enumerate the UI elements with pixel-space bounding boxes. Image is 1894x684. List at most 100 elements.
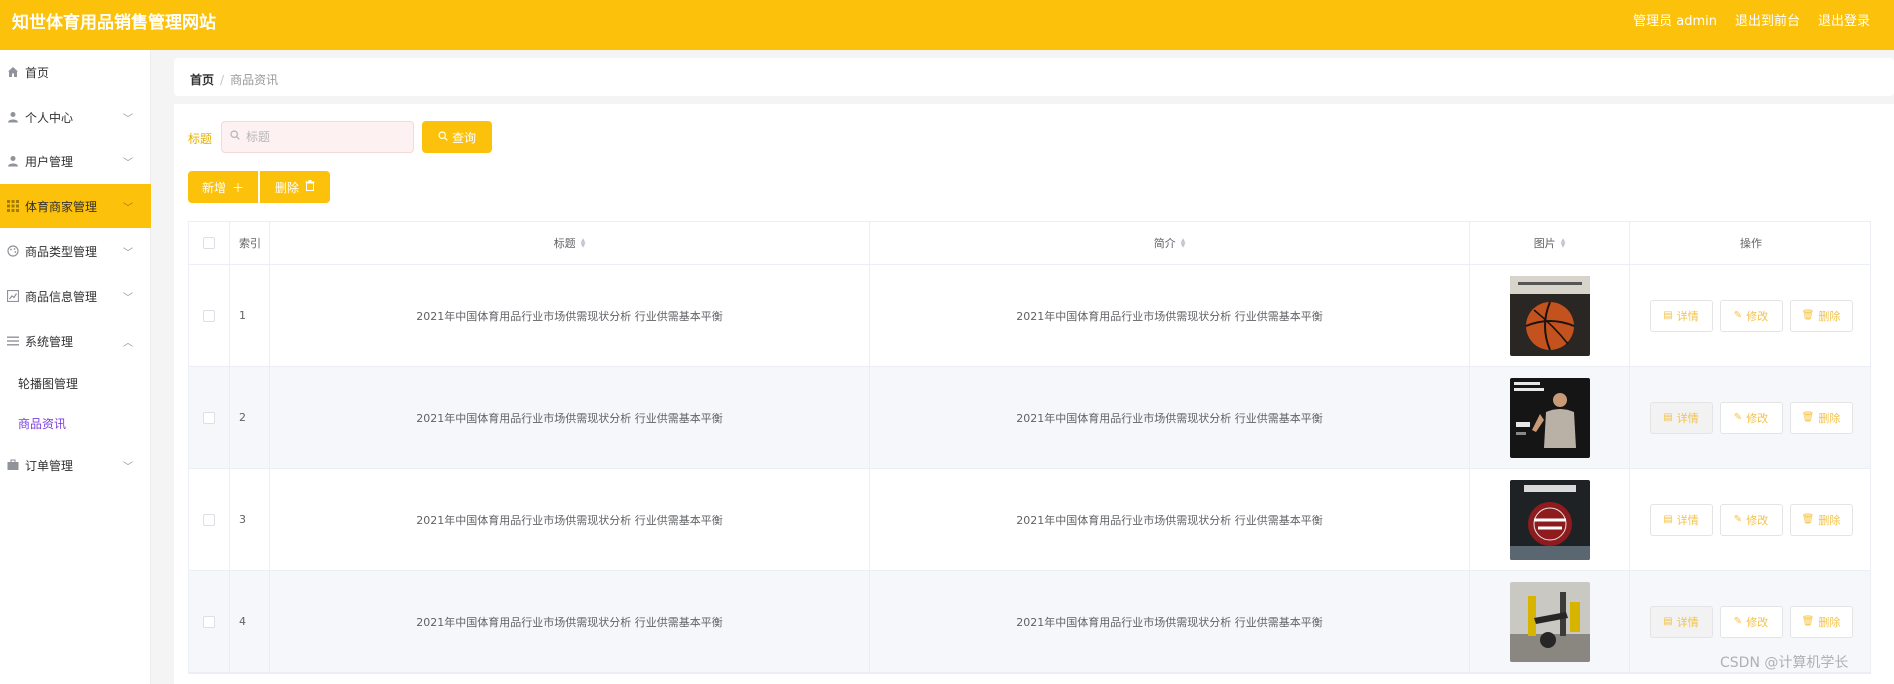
sidebar-subitem-label: 商品资讯	[18, 416, 67, 431]
sidebar-item-product-info[interactable]: 商品信息管理 ﹀	[0, 274, 151, 318]
breadcrumb: 首页 / 商品资讯	[190, 71, 278, 88]
breadcrumb-separator: /	[220, 73, 225, 87]
header-image-label: 图片	[1533, 237, 1556, 250]
watermark: CSDN @计算机学长	[1720, 655, 1849, 671]
detail-button[interactable]: ▤ 详情	[1649, 503, 1713, 536]
sidebar-item-label: 商品信息管理	[25, 289, 98, 304]
row-index: 1	[230, 265, 270, 366]
basketball-thumbnail[interactable]	[1509, 275, 1590, 356]
delete-label: 删除	[1818, 615, 1841, 629]
header-title-label: 标题	[553, 237, 576, 250]
sidebar-item-label: 首页	[25, 65, 50, 80]
breadcrumb-home[interactable]: 首页	[190, 73, 214, 87]
chart-icon	[6, 289, 20, 303]
search-box[interactable]	[221, 121, 414, 153]
sort-icon[interactable]: ▲ ▼	[1561, 238, 1566, 249]
sidebar-item-merchants[interactable]: 体育商家管理 ﹀	[0, 184, 151, 228]
row-checkbox[interactable]	[203, 615, 215, 628]
row-intro: 2021年中国体育用品行业市场供需现状分析 行业供需基本平衡	[870, 571, 1470, 672]
breadcrumb-bar: 首页 / 商品资讯	[174, 58, 1894, 96]
delete-button[interactable]: 🗑︎ 删除	[1789, 401, 1853, 434]
search-input[interactable]	[246, 128, 406, 146]
edit-button[interactable]: ✎ 修改	[1719, 299, 1783, 332]
sidebar-subitem-label: 轮播图管理	[18, 376, 79, 391]
home-icon	[6, 65, 20, 79]
edit-button[interactable]: ✎ 修改	[1719, 503, 1783, 536]
row-checkbox-cell	[189, 265, 230, 366]
sort-icon[interactable]: ▲ ▼	[581, 238, 586, 249]
search-icon	[230, 130, 240, 143]
delete-button[interactable]: 🗑︎ 删除	[1789, 503, 1853, 536]
sidebar-item-product-types[interactable]: 商品类型管理 ﹀	[0, 229, 151, 273]
trash-icon: 🗑︎	[1801, 412, 1815, 423]
pencil-icon: ✎	[1733, 310, 1743, 321]
chevron-up-icon: ︿	[123, 337, 133, 349]
header-index: 索引	[230, 222, 270, 264]
select-all-checkbox[interactable]	[203, 237, 215, 249]
edit-label: 修改	[1746, 309, 1769, 323]
add-button-label: 新增	[201, 180, 226, 195]
detail-label: 详情	[1676, 411, 1699, 425]
sidebar-item-orders[interactable]: 订单管理 ﹀	[0, 443, 151, 487]
fitness-machine-thumbnail[interactable]	[1509, 581, 1590, 662]
header-image[interactable]: 图片 ▲ ▼	[1470, 222, 1630, 264]
batch-delete-button[interactable]: 删除	[260, 171, 330, 203]
document-icon: ▤	[1663, 412, 1673, 423]
row-actions: ▤ 详情 ✎ 修改 🗑︎ 删除	[1630, 367, 1872, 468]
edit-button[interactable]: ✎ 修改	[1719, 401, 1783, 434]
search-icon	[438, 130, 448, 144]
sidebar-subitem-carousel[interactable]: 轮播图管理	[0, 363, 151, 403]
detail-button[interactable]: ▤ 详情	[1649, 605, 1713, 638]
edit-button[interactable]: ✎ 修改	[1719, 605, 1783, 638]
briefcase-icon	[6, 458, 20, 472]
header-index-label: 索引	[239, 237, 261, 250]
table-row: 1 2021年中国体育用品行业市场供需现状分析 行业供需基本平衡 2021年中国…	[189, 265, 1870, 367]
query-button-label: 查询	[451, 130, 476, 145]
row-index: 2	[230, 367, 270, 468]
sidebar-item-users[interactable]: 用户管理 ﹀	[0, 139, 151, 183]
trash-icon: 🗑︎	[1801, 310, 1815, 321]
row-title: 2021年中国体育用品行业市场供需现状分析 行业供需基本平衡	[270, 265, 870, 366]
chevron-down-icon: ﹀	[123, 202, 133, 214]
delete-button[interactable]: 🗑︎ 删除	[1789, 605, 1853, 638]
row-image-cell	[1470, 469, 1630, 570]
logout-link[interactable]: 退出登录	[1818, 10, 1870, 29]
header-intro[interactable]: 简介 ▲ ▼	[870, 222, 1470, 264]
sidebar-subitem-news[interactable]: 商品资讯	[0, 403, 151, 443]
admin-user-link[interactable]: 管理员 admin	[1633, 10, 1717, 29]
user-icon	[6, 110, 20, 124]
delete-button[interactable]: 🗑︎ 删除	[1789, 299, 1853, 332]
row-checkbox[interactable]	[203, 513, 215, 526]
back-to-front-link[interactable]: 退出到前台	[1735, 10, 1800, 29]
row-image-cell	[1470, 367, 1630, 468]
row-checkbox-cell	[189, 469, 230, 570]
row-checkbox-cell	[189, 367, 230, 468]
document-icon: ▤	[1663, 514, 1673, 525]
detail-button[interactable]: ▤ 详情	[1649, 401, 1713, 434]
pencil-icon: ✎	[1733, 514, 1743, 525]
row-checkbox[interactable]	[203, 411, 215, 424]
detail-button[interactable]: ▤ 详情	[1649, 299, 1713, 332]
palette-icon	[6, 244, 20, 258]
row-intro: 2021年中国体育用品行业市场供需现状分析 行业供需基本平衡	[870, 469, 1470, 570]
row-checkbox[interactable]	[203, 309, 215, 322]
row-title: 2021年中国体育用品行业市场供需现状分析 行业供需基本平衡	[270, 571, 870, 672]
sort-icon[interactable]: ▲ ▼	[1181, 238, 1186, 249]
pencil-icon: ✎	[1733, 616, 1743, 627]
header-title[interactable]: 标题 ▲ ▼	[270, 222, 870, 264]
sidebar-item-label: 用户管理	[25, 154, 74, 169]
racket-thumbnail[interactable]	[1509, 479, 1590, 560]
detail-label: 详情	[1676, 309, 1699, 323]
query-button[interactable]: 查询	[422, 121, 492, 153]
table-row: 3 2021年中国体育用品行业市场供需现状分析 行业供需基本平衡 2021年中国…	[189, 469, 1870, 571]
sidebar-item-system[interactable]: 系统管理 ︿	[0, 319, 151, 363]
row-index: 4	[230, 571, 270, 672]
athlete-thumbnail[interactable]	[1509, 377, 1590, 458]
sidebar-item-profile[interactable]: 个人中心 ﹀	[0, 95, 151, 139]
list-icon	[6, 334, 20, 348]
detail-label: 详情	[1676, 513, 1699, 527]
add-button[interactable]: 新增 ＋	[188, 171, 258, 203]
row-actions: ▤ 详情 ✎ 修改 🗑︎ 删除	[1630, 469, 1872, 570]
header-intro-label: 简介	[1153, 237, 1176, 250]
sidebar-item-home[interactable]: 首页	[0, 50, 151, 94]
